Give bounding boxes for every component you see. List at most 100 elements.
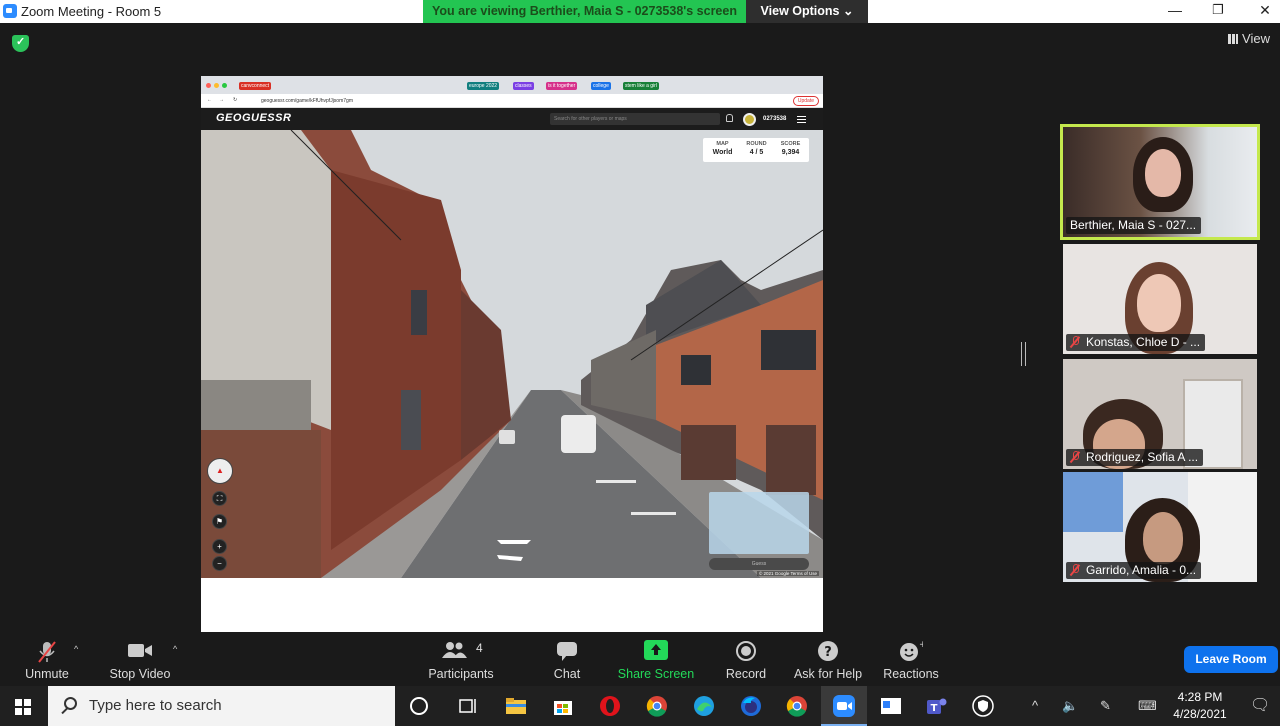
bookmark-item[interactable]: is it together [546, 82, 578, 90]
bookmark-item[interactable]: europe 2022 [467, 82, 500, 90]
window-title: Zoom Meeting - Room 5 [21, 4, 162, 19]
chrome-icon[interactable] [646, 695, 668, 717]
bookmark-item[interactable]: college [591, 82, 611, 90]
close-icon[interactable]: ✕ [1250, 2, 1280, 19]
video-feed [1145, 149, 1181, 197]
view-label: View [1242, 31, 1270, 46]
show-hidden-icons-chevron-icon[interactable]: ^ [1032, 698, 1038, 713]
task-view-icon[interactable] [457, 695, 479, 717]
muted-mic-icon [1070, 336, 1080, 348]
microsoft-store-icon[interactable] [552, 695, 574, 717]
participants-label: Participants [428, 667, 494, 681]
touch-keyboard-icon[interactable]: ⌨ [1138, 698, 1157, 714]
fullscreen-icon[interactable]: ⛶ [212, 491, 227, 506]
file-explorer-icon[interactable] [505, 695, 527, 717]
participant-name: Garrido, Amalia - 0... [1066, 562, 1202, 579]
url-text[interactable]: geoguessr.com/game/kFfUhvpfJjsom7gm [261, 98, 353, 104]
game-stats-panel: MAP World ROUND 4 / 5 SCORE 9,394 [703, 138, 809, 162]
geoguessr-logo[interactable]: GEOGUESSR [216, 112, 291, 124]
windows-start-icon[interactable] [15, 699, 31, 715]
browser-address-bar[interactable]: ← → ↻ geoguessr.com/game/kFfUhvpfJjsom7g… [201, 94, 823, 108]
zoom-icon[interactable] [833, 695, 855, 717]
map-copyright: © 2021 Google Terms of Use [756, 571, 819, 576]
bookmark-item[interactable]: classes [513, 82, 534, 90]
close-dot-icon [206, 83, 211, 88]
edge-icon[interactable] [693, 695, 715, 717]
windows-taskbar: Type here to search T ^ 🔈 ✎ ⌨ 4:28 PM 4/ [0, 686, 1280, 726]
clock-date: 4/28/2021 [1173, 707, 1227, 721]
chrome-update-button[interactable]: Update [792, 96, 819, 106]
minimize-dot-icon [214, 83, 219, 88]
participants-button[interactable]: 4 Participants [423, 632, 499, 686]
maximize-icon[interactable]: ❐ [1203, 2, 1233, 18]
share-screen-label: Share Screen [617, 667, 695, 681]
encryption-shield-icon[interactable] [12, 35, 29, 52]
participant-name-text: Rodriguez, Sofia A ... [1086, 450, 1199, 464]
chat-button[interactable]: Chat [543, 632, 591, 686]
compass-icon[interactable]: ▲ [207, 458, 233, 484]
video-feed [1063, 472, 1123, 532]
bookmark-item[interactable]: stem like a girl [623, 82, 659, 90]
share-screen-button[interactable]: Share Screen [616, 632, 696, 686]
cortana-icon[interactable] [410, 697, 428, 715]
zoom-out-icon[interactable]: − [212, 556, 227, 571]
video-feed [1137, 274, 1181, 332]
pen-icon[interactable]: ✎ [1100, 698, 1111, 714]
teams-icon[interactable]: T [926, 695, 948, 717]
participants-icon [442, 642, 467, 658]
svg-text:+: + [919, 640, 923, 650]
shared-screen[interactable]: canvconnect europe 2022 classes is it to… [201, 76, 823, 632]
search-icon [64, 697, 77, 710]
guess-button[interactable]: Guess [709, 558, 809, 570]
hamburger-menu-icon[interactable] [797, 116, 806, 123]
video-options-chevron-icon[interactable]: ^ [173, 644, 177, 654]
geoguessr-search-input[interactable]: Search for other players or maps [550, 113, 720, 125]
opera-icon[interactable] [599, 695, 621, 717]
avatar[interactable] [743, 113, 756, 126]
participant-tile[interactable]: Rodriguez, Sofia A ... [1063, 359, 1257, 469]
chrome-profile-icon[interactable] [786, 695, 808, 717]
notifications-icon[interactable]: 🗨 [1250, 695, 1270, 715]
participant-tile[interactable]: Konstas, Chloe D - ... [1063, 244, 1257, 354]
record-button[interactable]: Record [720, 632, 772, 686]
ask-for-help-button[interactable]: ? Ask for Help [790, 632, 866, 686]
stop-video-button[interactable]: Stop Video [104, 632, 176, 686]
muted-mic-icon [38, 641, 56, 663]
volume-icon[interactable]: 🔈 [1062, 698, 1078, 714]
taskbar-clock[interactable]: 4:28 PM 4/28/2021 [1168, 689, 1232, 723]
street-view-panorama[interactable]: MAP World ROUND 4 / 5 SCORE 9,394 ▲ ⛶ ⚑ … [201, 130, 823, 578]
view-options-button[interactable]: View Options ⌄ [746, 0, 868, 23]
back-icon[interactable]: ← [207, 97, 212, 103]
participant-name-text: Garrido, Amalia - 0... [1086, 563, 1197, 577]
score-stat: SCORE 9,394 [773, 141, 808, 156]
participant-tile[interactable]: Berthier, Maia S - 027... [1060, 124, 1260, 240]
audio-options-chevron-icon[interactable]: ^ [74, 644, 78, 654]
leave-room-button[interactable]: Leave Room [1184, 646, 1278, 673]
panel-splitter-handle[interactable] [1021, 342, 1026, 366]
flag-icon[interactable]: ⚑ [212, 514, 227, 529]
svg-text:?: ? [824, 645, 832, 660]
bookmark-item[interactable]: canvconnect [239, 82, 272, 90]
guess-minimap[interactable] [709, 492, 809, 554]
reactions-label: Reactions [883, 667, 939, 681]
minimize-icon[interactable]: — [1160, 2, 1190, 18]
participant-tile[interactable]: Garrido, Amalia - 0... [1063, 472, 1257, 582]
firefox-icon[interactable] [740, 695, 762, 717]
browser-tab-bar: canvconnect europe 2022 classes is it to… [201, 76, 823, 94]
security-shield-icon[interactable] [972, 695, 994, 717]
grid-icon [1228, 34, 1239, 44]
round-stat-value: 4 / 5 [749, 149, 764, 156]
participant-name-text: Konstas, Chloe D - ... [1086, 335, 1201, 349]
reload-icon[interactable]: ↻ [233, 97, 237, 103]
clock-time: 4:28 PM [1177, 690, 1223, 704]
whiteboard-icon[interactable] [880, 695, 902, 717]
reactions-button[interactable]: + Reactions [880, 632, 942, 686]
taskbar-search-input[interactable]: Type here to search [48, 686, 395, 726]
zoom-in-icon[interactable]: + [212, 539, 227, 554]
round-stat: ROUND 4 / 5 [739, 141, 774, 156]
bell-icon[interactable] [726, 114, 733, 122]
taskbar-search-placeholder: Type here to search [89, 697, 222, 714]
unmute-button[interactable]: Unmute [18, 632, 76, 686]
forward-icon[interactable]: → [219, 97, 224, 103]
view-button[interactable]: View [1228, 31, 1270, 46]
